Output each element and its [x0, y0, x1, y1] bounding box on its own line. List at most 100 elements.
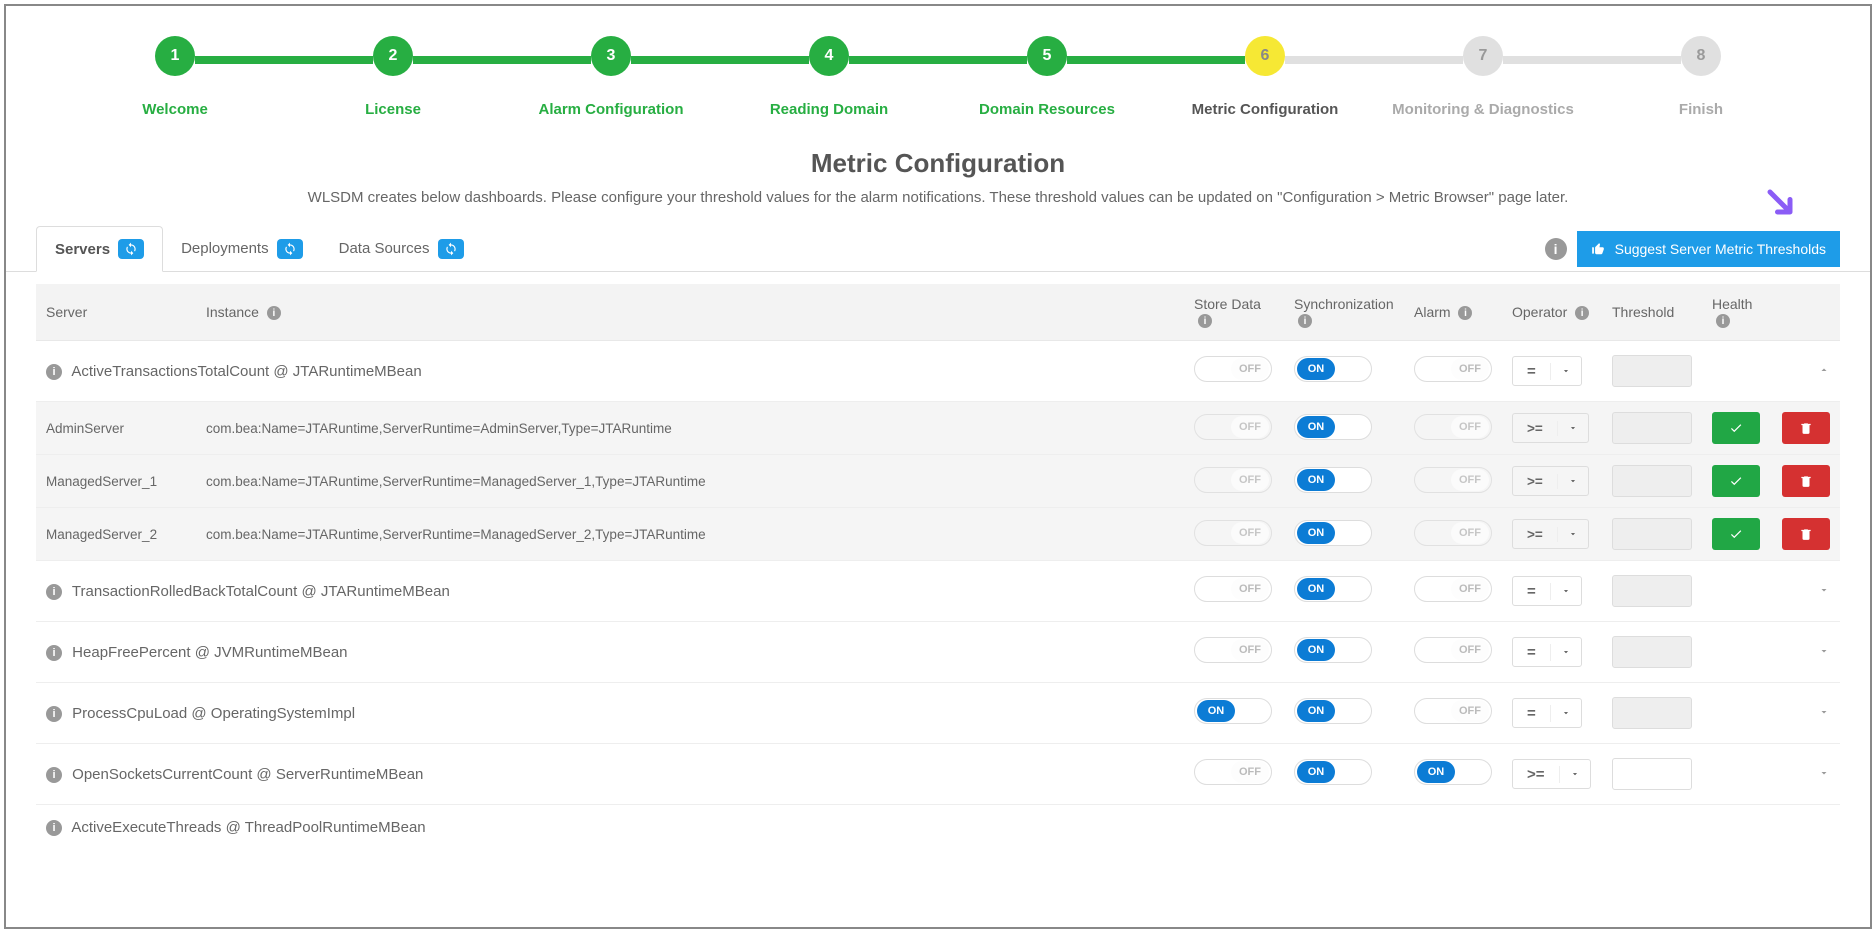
toggle-on[interactable]: ON — [1294, 576, 1372, 602]
toggle-on[interactable]: ON — [1294, 637, 1372, 663]
info-icon[interactable]: i — [267, 306, 281, 320]
info-icon[interactable]: i — [1198, 314, 1212, 328]
step-1[interactable]: 1 Welcome — [66, 36, 284, 118]
tab-deployments-label: Deployments — [181, 240, 269, 257]
health-ok-button[interactable] — [1712, 412, 1760, 444]
suggest-thresholds-button[interactable]: Suggest Server Metric Thresholds — [1577, 231, 1840, 267]
info-icon[interactable]: i — [1458, 306, 1472, 320]
info-icon[interactable]: i — [1716, 314, 1730, 328]
step-label: Metric Configuration — [1156, 101, 1374, 118]
operator-select: >= — [1512, 413, 1589, 443]
toggle-off[interactable]: OFF — [1194, 356, 1272, 382]
info-icon[interactable]: i — [46, 645, 62, 661]
info-icon[interactable]: i — [46, 584, 62, 600]
metric-name: TransactionRolledBackTotalCount @ JTARun… — [72, 583, 450, 600]
delete-button[interactable] — [1782, 518, 1830, 550]
refresh-icon[interactable] — [438, 239, 464, 259]
chevron-up-icon[interactable] — [1818, 363, 1830, 380]
chevron-down-icon[interactable] — [1818, 705, 1830, 722]
toggle-off[interactable]: OFF — [1194, 576, 1272, 602]
chevron-down-icon — [1559, 766, 1590, 783]
tab-servers[interactable]: Servers — [36, 226, 163, 272]
metric-row: i TransactionRolledBackTotalCount @ JTAR… — [36, 561, 1840, 622]
col-instance: Instance i — [196, 284, 1184, 341]
delete-button[interactable] — [1782, 412, 1830, 444]
toggle-on[interactable]: ON — [1294, 698, 1372, 724]
operator-select[interactable]: = — [1512, 576, 1582, 606]
toggle-off[interactable]: OFF — [1414, 698, 1492, 724]
toggle-off[interactable]: OFF — [1414, 576, 1492, 602]
metric-name: OpenSocketsCurrentCount @ ServerRuntimeM… — [72, 766, 423, 783]
chevron-down-icon[interactable] — [1818, 766, 1830, 783]
step-2[interactable]: 2 License — [284, 36, 502, 118]
step-line — [631, 56, 809, 64]
toggle-off[interactable]: OFF — [1194, 637, 1272, 663]
operator-select: >= — [1512, 466, 1589, 496]
toggle-on[interactable]: ON — [1294, 520, 1372, 546]
metric-row: i ActiveTransactionsTotalCount @ JTARunt… — [36, 341, 1840, 402]
step-4[interactable]: 4 Reading Domain — [720, 36, 938, 118]
step-5[interactable]: 5 Domain Resources — [938, 36, 1156, 118]
operator-select[interactable]: >= — [1512, 759, 1591, 789]
info-icon[interactable]: i — [46, 706, 62, 722]
info-icon[interactable]: i — [46, 820, 62, 836]
server-name: ManagedServer_1 — [36, 455, 196, 508]
toggle-on[interactable]: ON — [1294, 414, 1372, 440]
toggle-off[interactable]: OFF — [1194, 759, 1272, 785]
metric-row: i OpenSocketsCurrentCount @ ServerRuntim… — [36, 744, 1840, 805]
operator-select: >= — [1512, 519, 1589, 549]
chevron-down-icon[interactable] — [1818, 583, 1830, 600]
step-6[interactable]: 6 Metric Configuration — [1156, 36, 1374, 118]
info-icon[interactable]: i — [1298, 314, 1312, 328]
chevron-down-icon[interactable] — [1818, 644, 1830, 661]
step-circle: 7 — [1463, 36, 1503, 76]
instance-name: com.bea:Name=JTARuntime,ServerRuntime=Ma… — [196, 455, 1184, 508]
step-label: Alarm Configuration — [502, 101, 720, 118]
step-circle: 5 — [1027, 36, 1067, 76]
chevron-down-icon — [1550, 705, 1581, 722]
step-circle: 1 — [155, 36, 195, 76]
info-icon[interactable]: i — [1575, 306, 1589, 320]
toggle-off[interactable]: OFF — [1414, 356, 1492, 382]
step-7[interactable]: 7 Monitoring & Diagnostics — [1374, 36, 1592, 118]
toggle-on[interactable]: ON — [1294, 467, 1372, 493]
step-line — [1503, 56, 1681, 64]
delete-button[interactable] — [1782, 465, 1830, 497]
pointer-arrow-icon — [1765, 187, 1795, 217]
toggle-on[interactable]: ON — [1294, 356, 1372, 382]
toggle-on[interactable]: ON — [1194, 698, 1272, 724]
health-ok-button[interactable] — [1712, 518, 1760, 550]
step-label: Domain Resources — [938, 101, 1156, 118]
step-circle: 3 — [591, 36, 631, 76]
info-icon[interactable]: i — [46, 767, 62, 783]
toggle-off: OFF — [1194, 414, 1272, 440]
threshold-input[interactable] — [1612, 758, 1692, 790]
info-icon[interactable]: i — [46, 364, 62, 380]
metrics-table: Server Instance i Store Data i Synchroni… — [36, 284, 1840, 850]
toggle-off[interactable]: OFF — [1414, 637, 1492, 663]
operator-select[interactable]: = — [1512, 637, 1582, 667]
operator-select[interactable]: = — [1512, 356, 1582, 386]
step-3[interactable]: 3 Alarm Configuration — [502, 36, 720, 118]
step-circle: 6 — [1245, 36, 1285, 76]
tab-servers-label: Servers — [55, 241, 110, 258]
tab-deployments[interactable]: Deployments — [163, 227, 321, 271]
info-icon[interactable]: i — [1545, 238, 1567, 260]
health-ok-button[interactable] — [1712, 465, 1760, 497]
server-row: AdminServer com.bea:Name=JTARuntime,Serv… — [36, 402, 1840, 455]
col-health: Health i — [1702, 284, 1772, 341]
metric-name: HeapFreePercent @ JVMRuntimeMBean — [72, 644, 347, 661]
refresh-icon[interactable] — [118, 239, 144, 259]
server-name: AdminServer — [36, 402, 196, 455]
refresh-icon[interactable] — [277, 239, 303, 259]
col-sync: Synchronization i — [1284, 284, 1404, 341]
tab-datasources[interactable]: Data Sources — [321, 227, 482, 271]
toggle-off: OFF — [1414, 520, 1492, 546]
toggle-on[interactable]: ON — [1294, 759, 1372, 785]
chevron-down-icon — [1550, 363, 1581, 380]
col-threshold: Threshold — [1602, 284, 1702, 341]
chevron-down-icon — [1550, 644, 1581, 661]
toggle-on[interactable]: ON — [1414, 759, 1492, 785]
step-8[interactable]: 8 Finish — [1592, 36, 1810, 118]
operator-select[interactable]: = — [1512, 698, 1582, 728]
